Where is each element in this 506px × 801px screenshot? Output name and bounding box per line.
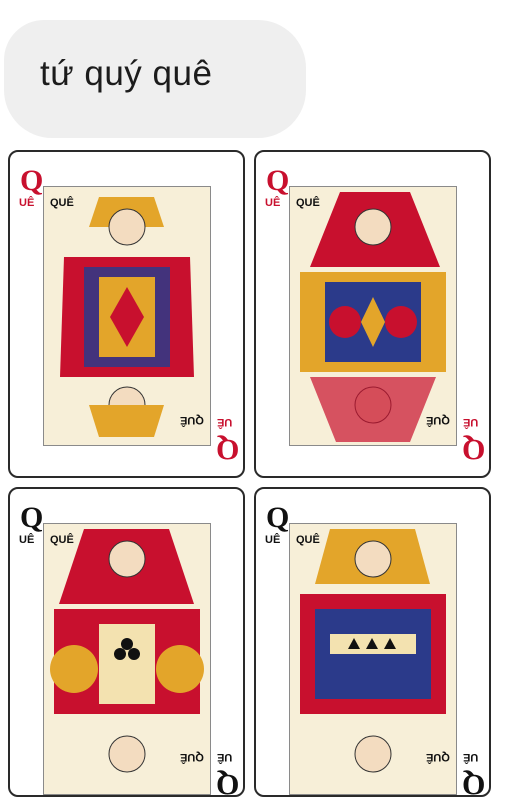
art-label-top: QUÊ [296,197,320,209]
card-rank-top: Q [20,164,44,197]
card-rank-top: Q [266,501,290,534]
card-suit-label-bottom: UÊ [217,416,233,428]
card-suit-label-top: UÊ [19,197,35,209]
queen-hearts-art [290,187,456,445]
card-rank-bottom: Q [216,768,240,801]
playing-card-queen-hearts[interactable]: Q UÊ QUÊ QUÊ Q UÊ [254,150,491,478]
card-suit-label-top: UÊ [265,534,281,546]
playing-card-queen-diamonds[interactable]: Q UÊ QUÊ QUÊ Q UÊ [8,150,245,478]
card-suit-label-bottom: UÊ [217,751,233,763]
art-label-top: QUÊ [296,534,320,546]
art-label-bottom: QUÊ [180,414,204,426]
card-rank-bottom: Q [462,768,486,801]
queen-diamonds-art [44,187,210,445]
card-suit-label-top: UÊ [265,197,281,209]
art-label-top: QUÊ [50,534,74,546]
art-label-bottom: QUÊ [426,414,450,426]
message-text: tứ quý quê [40,54,213,93]
queen-illustration [43,186,211,446]
card-suit-label-bottom: UÊ [463,416,479,428]
card-suit-label-top: UÊ [19,534,35,546]
playing-card-queen-spades[interactable]: Q UÊ QUÊ QUÊ Q UÊ [254,487,491,801]
card-rank-top: Q [266,164,290,197]
card-rank-top: Q [20,501,44,534]
art-label-bottom: QUÊ [426,751,450,763]
card-suit-label-bottom: UÊ [463,751,479,763]
art-label-bottom: QUÊ [180,751,204,763]
art-label-top: QUÊ [50,197,74,209]
card-rank-bottom: Q [462,433,486,466]
playing-card-queen-clubs[interactable]: Q UÊ QUÊ QUÊ Q UÊ [8,487,245,801]
card-rank-bottom: Q [216,433,240,466]
queen-illustration [289,186,457,446]
